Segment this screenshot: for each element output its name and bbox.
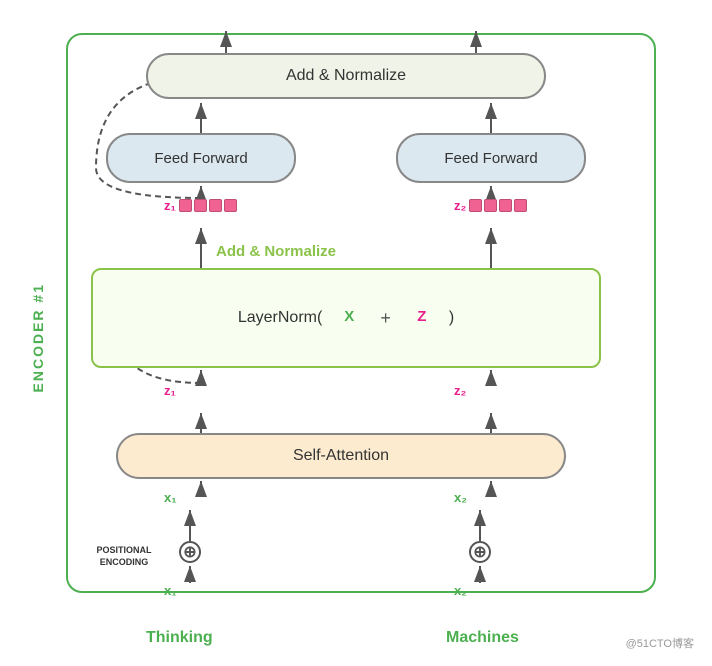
- x2-bottom-block: x₂: [454, 583, 528, 598]
- feed-forward-left: Feed Forward: [106, 133, 296, 183]
- label-machines: Machines: [446, 629, 519, 647]
- self-attention-box: Self-Attention: [116, 433, 566, 479]
- feed-forward-right: Feed Forward: [396, 133, 586, 183]
- z2-mid-block: z₂: [454, 383, 497, 398]
- x1-bottom-block: x₁: [164, 583, 238, 598]
- watermark: @51CTO博客: [626, 635, 694, 651]
- layernorm-box: LayerNorm( X + Z: [91, 268, 601, 368]
- z2-top-block: z₂: [454, 198, 527, 213]
- z1-top-block: z₁: [164, 198, 237, 213]
- z1-mid-block: z₁: [164, 383, 207, 398]
- add-normalize-label: Add & Normalize: [216, 243, 336, 260]
- label-thinking: Thinking: [146, 629, 213, 647]
- pos-enc-circle-right: ⊕: [469, 541, 491, 563]
- x2-input-block: x₂: [454, 490, 528, 505]
- positional-encoding-label: POSITIONAL ENCODING: [84, 545, 164, 568]
- encoder-label: ENCODER #1: [30, 283, 46, 392]
- pos-enc-circle-left: ⊕: [179, 541, 201, 563]
- diagram-container: ENCODER #1: [16, 13, 696, 653]
- add-normalize-top: Add & Normalize: [146, 53, 546, 99]
- x1-input-block: x₁: [164, 490, 238, 505]
